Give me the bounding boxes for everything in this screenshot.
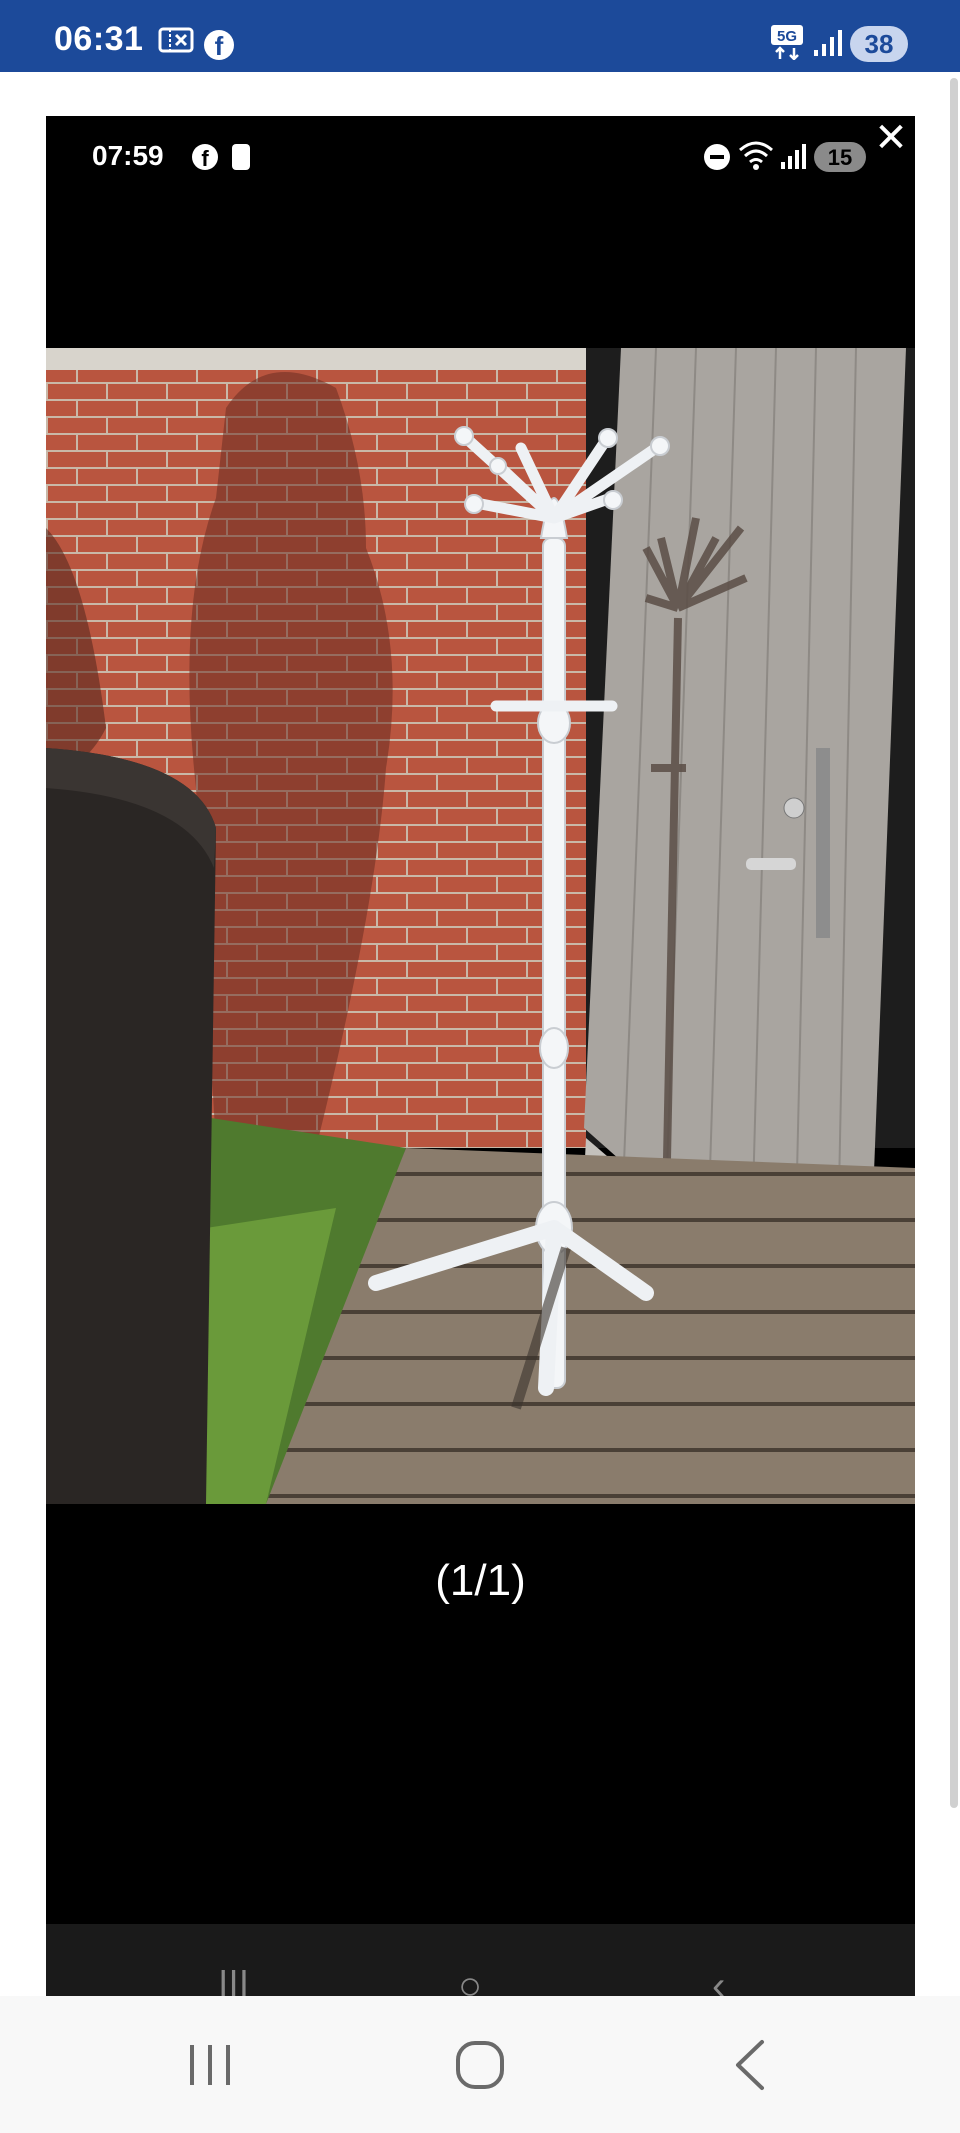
signal-icon xyxy=(781,144,806,169)
back-icon[interactable] xyxy=(710,2030,790,2100)
wifi-icon xyxy=(739,141,773,170)
svg-text:5G: 5G xyxy=(777,28,797,45)
status-time: 06:31 xyxy=(54,20,144,58)
do-not-disturb-icon xyxy=(704,144,730,170)
signal-icon xyxy=(814,30,842,56)
scrollbar[interactable] xyxy=(950,78,958,1808)
lock-icon xyxy=(232,144,250,170)
facebook-icon: f xyxy=(204,30,234,61)
status-bar: 06:31 f 5G 38 xyxy=(0,0,960,72)
5g-icon: 5G xyxy=(771,25,803,60)
embedded-nav-bar: ||| ○ ‹ xyxy=(46,1924,915,1996)
facebook-icon: f xyxy=(192,144,218,171)
home-icon[interactable] xyxy=(440,2030,520,2100)
image-viewer: 07:59 f 15 ✕ (1/1) ||| ○ ‹ xyxy=(46,116,915,1996)
close-icon[interactable]: ✕ xyxy=(871,118,911,158)
navigation-bar xyxy=(0,1996,960,2133)
image-counter: (1/1) xyxy=(435,1556,526,1605)
embedded-status-time: 07:59 xyxy=(92,140,164,171)
ticket-icon xyxy=(158,27,194,53)
embedded-battery: 15 xyxy=(814,142,866,172)
battery-indicator: 38 xyxy=(850,26,908,62)
listing-photo[interactable] xyxy=(46,348,915,1504)
recent-apps-icon[interactable] xyxy=(170,2030,250,2100)
